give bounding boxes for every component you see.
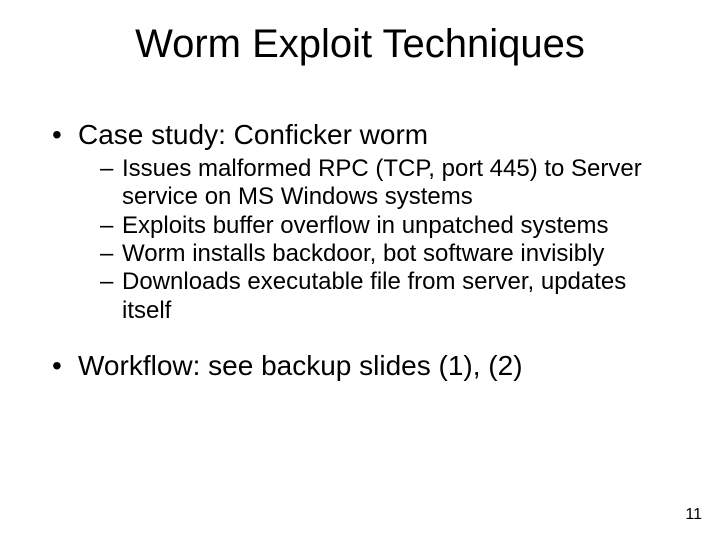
sub-bullet-item: Exploits buffer overflow in unpatched sy… <box>78 212 680 240</box>
sub-bullet-text: Issues malformed RPC (TCP, port 445) to … <box>122 155 642 210</box>
bullet-list: Workflow: see backup slides (1), (2) <box>50 349 680 382</box>
bullet-text: Case study: Conficker worm <box>78 119 428 150</box>
sub-bullet-item: Worm installs backdoor, bot software inv… <box>78 240 680 268</box>
sub-bullet-list: Issues malformed RPC (TCP, port 445) to … <box>78 155 680 325</box>
sub-bullet-text: Exploits buffer overflow in unpatched sy… <box>122 212 608 239</box>
slide-body: Case study: Conficker worm Issues malfor… <box>50 118 680 392</box>
page-number: 11 <box>685 506 702 524</box>
sub-bullet-text: Worm installs backdoor, bot software inv… <box>122 240 604 267</box>
sub-bullet-item: Issues malformed RPC (TCP, port 445) to … <box>78 155 680 212</box>
bullet-text: Workflow: see backup slides (1), (2) <box>78 350 523 381</box>
bullet-item: Case study: Conficker worm Issues malfor… <box>50 118 680 325</box>
spacer <box>50 335 680 349</box>
bullet-item: Workflow: see backup slides (1), (2) <box>50 349 680 382</box>
sub-bullet-text: Downloads executable file from server, u… <box>122 268 626 323</box>
sub-bullet-item: Downloads executable file from server, u… <box>78 268 680 325</box>
bullet-list: Case study: Conficker worm Issues malfor… <box>50 118 680 325</box>
slide-title: Worm Exploit Techniques <box>0 22 720 67</box>
slide: Worm Exploit Techniques Case study: Conf… <box>0 0 720 540</box>
